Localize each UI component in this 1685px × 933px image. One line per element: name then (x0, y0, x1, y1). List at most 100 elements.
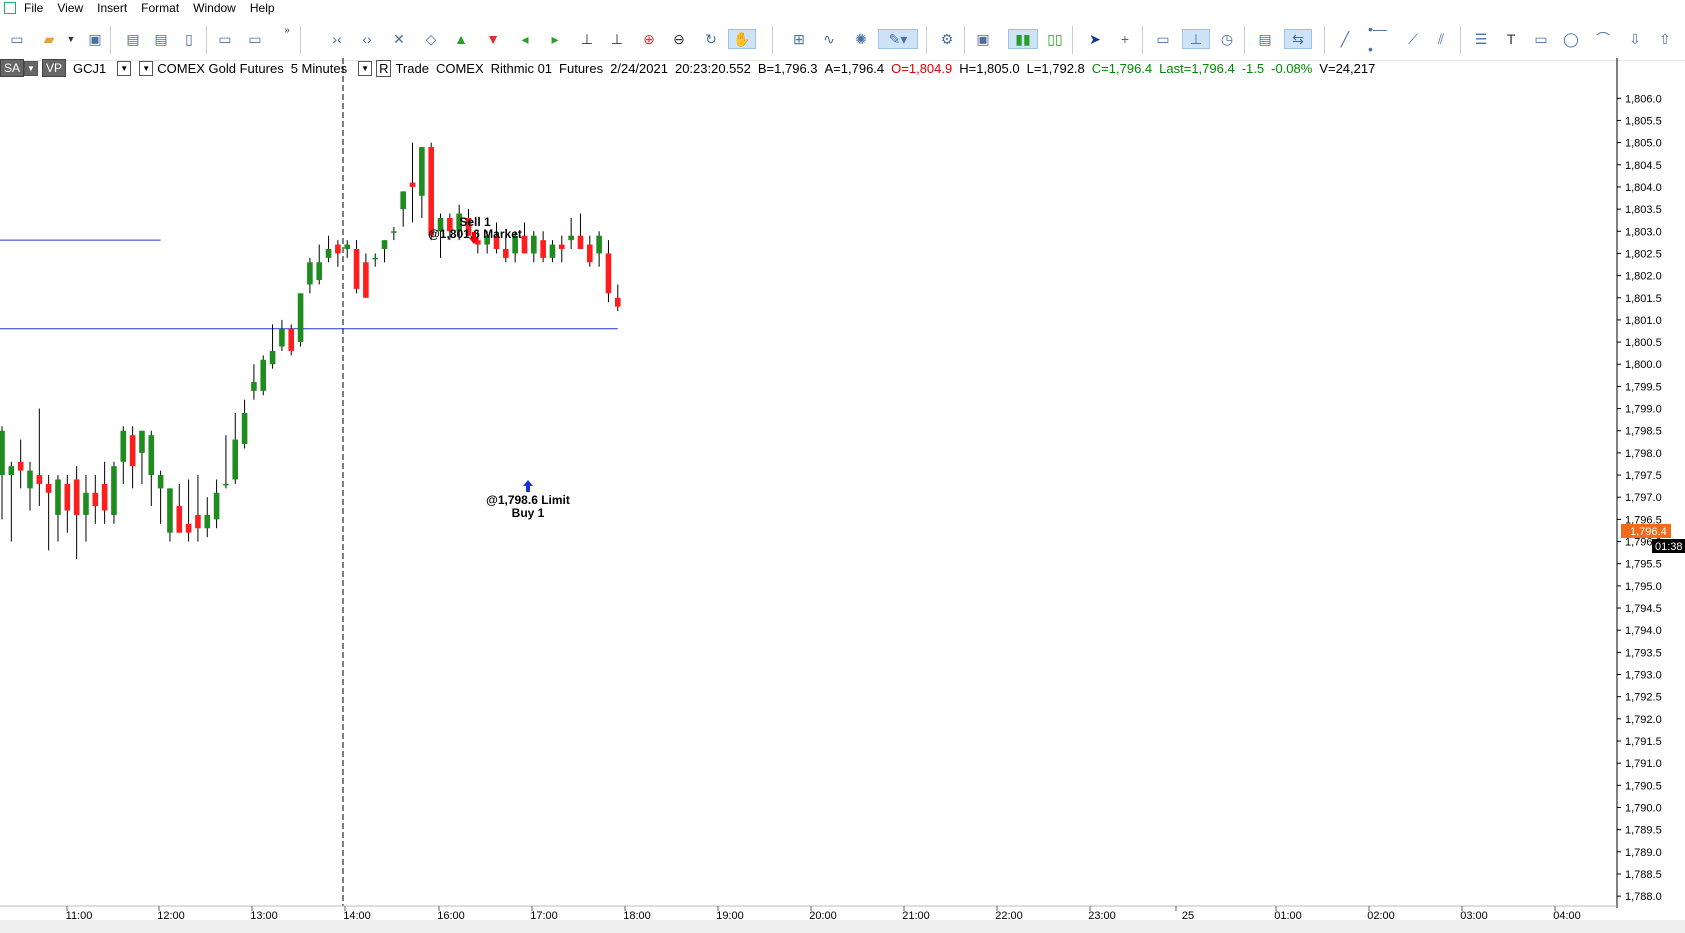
candle-body (307, 262, 313, 285)
candle-body (269, 350, 276, 365)
price-tick-label: 1,800.5 (1625, 337, 1662, 349)
price-tick-label: 1,795.5 (1625, 559, 1662, 571)
price-tick-label: 1,805.0 (1625, 138, 1662, 150)
candle-body (251, 381, 257, 391)
candle-body (363, 262, 369, 298)
candle-body (0, 430, 5, 476)
candle-body (297, 293, 304, 343)
candle-body (92, 492, 99, 507)
candle-body (568, 235, 574, 241)
price-tick-label: 1,790.0 (1625, 802, 1662, 814)
price-tick-label: 1,804.0 (1625, 182, 1662, 194)
candle-body (605, 253, 612, 294)
candle-body (521, 235, 528, 254)
price-tick-label: 1,788.5 (1625, 869, 1662, 881)
candle-body (195, 514, 201, 529)
candle-body (503, 249, 509, 258)
price-tick-label: 1,797.5 (1625, 470, 1662, 482)
candle-body (540, 240, 546, 258)
candle-body (325, 249, 332, 258)
candle-body (335, 244, 341, 254)
price-tick-label: 1,798.0 (1625, 448, 1662, 460)
price-tick-label: 1,799.5 (1625, 381, 1662, 393)
price-tick-label: 1,791.0 (1625, 758, 1662, 770)
countdown-timer: 01:38 (1655, 541, 1683, 553)
price-tick-label: 1,802.5 (1625, 248, 1662, 260)
horizontal-scrollbar[interactable] (0, 920, 1685, 933)
candle-body (213, 492, 220, 520)
price-tick-label: 1,788.0 (1625, 891, 1662, 903)
price-tick-label: 1,794.0 (1625, 625, 1662, 637)
candle-body (372, 257, 378, 260)
candle-body (531, 235, 537, 254)
candle-body (73, 479, 80, 515)
price-tick-label: 1,793.5 (1625, 647, 1662, 659)
price-tick-label: 1,806.0 (1625, 93, 1662, 105)
price-tag-value: 1,796.4 (1630, 526, 1667, 538)
candle-body (549, 244, 556, 258)
price-tick-label: 1,802.0 (1625, 271, 1662, 283)
price-tick-label: 1,789.0 (1625, 847, 1662, 859)
candle-body (596, 235, 602, 254)
price-tick-label: 1,798.5 (1625, 426, 1662, 438)
price-tick-label: 1,799.0 (1625, 404, 1662, 416)
candle-body (148, 435, 155, 476)
candle-body (120, 430, 127, 462)
price-tick-label: 1,804.5 (1625, 160, 1662, 172)
price-tick-label: 1,797.0 (1625, 492, 1662, 504)
candle-body (381, 240, 388, 249)
candle-body (8, 466, 15, 476)
price-tick-label: 1,800.0 (1625, 359, 1662, 371)
candle-body (428, 147, 434, 236)
price-tick-label: 1,801.5 (1625, 293, 1662, 305)
price-axis[interactable]: 1,806.0 1,805.5 1,805.0 1,804.5 1,804.0 1,803… (1616, 58, 1662, 908)
price-tick-label: 1,792.0 (1625, 714, 1662, 726)
candle-body (559, 244, 565, 249)
candlestick-chart[interactable]: 1,806.0 1,805.5 1,805.0 1,804.5 1,804.0 1,803… (0, 0, 1685, 933)
candle-body (129, 435, 136, 467)
price-tick-label: 1,793.0 (1625, 670, 1662, 682)
candle-body (223, 483, 229, 486)
candle-body (288, 328, 295, 351)
price-tick-label: 1,803.5 (1625, 204, 1662, 216)
price-tick-label: 1,805.5 (1625, 115, 1662, 127)
buy-label: Buy 1 (512, 506, 545, 520)
candle-body (279, 328, 285, 347)
candle-body (241, 413, 248, 445)
candle-body (101, 483, 108, 511)
candle-body (586, 244, 593, 263)
price-tick-label: 1,803.0 (1625, 226, 1662, 238)
candle-body (83, 492, 89, 515)
price-tick-label: 1,801.0 (1625, 315, 1662, 327)
candle-body (419, 147, 425, 196)
candle-body (176, 506, 183, 533)
candle-body (45, 483, 52, 493)
candle-body (409, 182, 416, 187)
candle-body (36, 475, 43, 484)
price-tick-label: 1,791.5 (1625, 736, 1662, 748)
candle-body (344, 244, 351, 249)
candle-body (400, 191, 406, 210)
price-tick-label: 1,794.5 (1625, 603, 1662, 615)
candle-body (55, 479, 61, 515)
candle-body (391, 231, 397, 233)
buy-arrow-icon (523, 480, 533, 492)
candle-body (167, 488, 173, 533)
candle-body (316, 262, 323, 281)
candle-body (260, 359, 267, 391)
price-tick-label: 1,789.5 (1625, 825, 1662, 837)
buy-price-label: @1,798.6 Limit (486, 493, 570, 507)
candle-body (577, 235, 584, 249)
candle-body (204, 514, 211, 529)
candle-body (64, 483, 71, 511)
candle-body (614, 297, 621, 307)
candle-body (353, 249, 360, 289)
candle-body (27, 470, 33, 489)
trade-annotations: Sell 1 @1,801.6 Market @1,798.6 Limit Bu… (428, 215, 570, 520)
price-tick-label: 1,795.0 (1625, 581, 1662, 593)
candle-body (157, 475, 164, 489)
price-tick-label: 1,792.5 (1625, 692, 1662, 704)
candle-body (17, 461, 24, 471)
candle-body (139, 430, 145, 453)
candle-body (111, 466, 117, 515)
